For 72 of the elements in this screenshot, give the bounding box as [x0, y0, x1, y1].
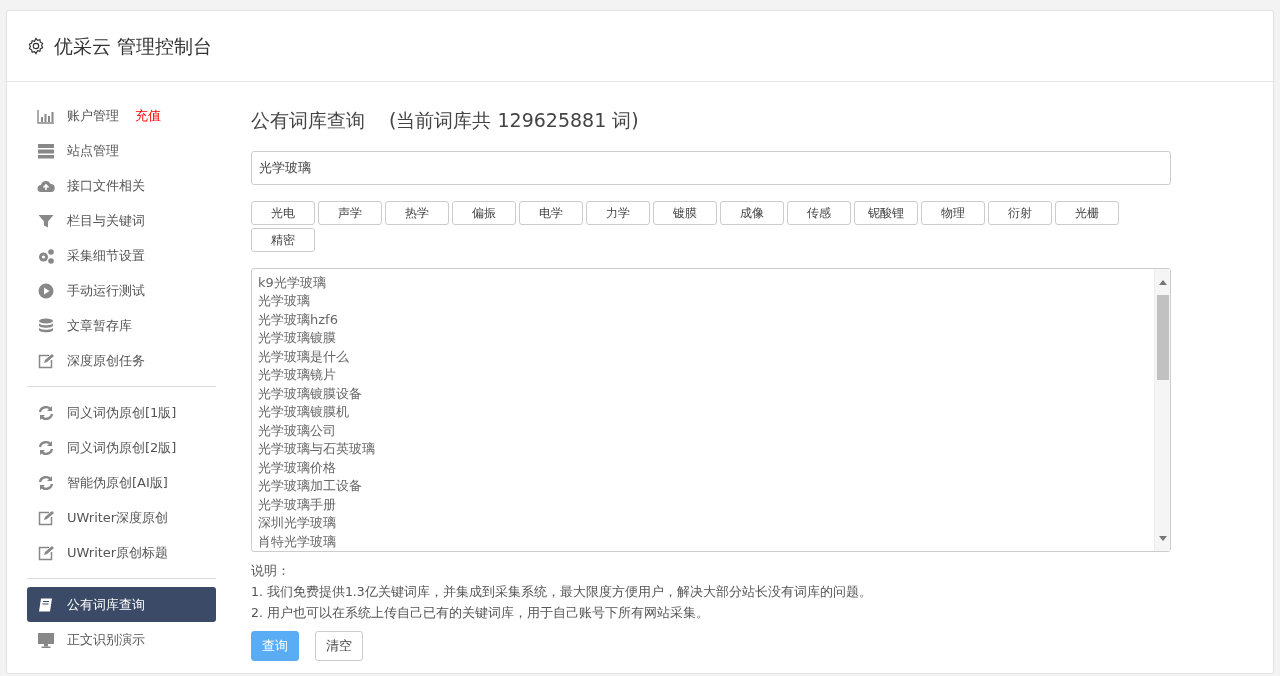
sidebar-item[interactable]: 深度原创任务	[27, 343, 216, 378]
settings-icon	[27, 37, 45, 55]
tag-button[interactable]: 电学	[519, 200, 583, 225]
tag-button[interactable]: 声学	[318, 200, 382, 225]
result-item[interactable]: 光学玻璃镀膜设备	[258, 384, 1148, 403]
note-text: 2. 用户也可以在系统上传自己已有的关键词库，用于自己账号下所有网站采集。	[251, 603, 710, 622]
tag-button[interactable]: 热学	[385, 200, 449, 225]
sidebar-item[interactable]: 接口文件相关	[27, 168, 216, 203]
scroll-up-icon[interactable]	[1158, 279, 1167, 285]
book-icon	[37, 596, 55, 613]
play-icon	[37, 282, 55, 299]
sidebar-item[interactable]: 站点管理	[27, 133, 216, 168]
sidebar-item[interactable]: 栏目与关键词	[27, 203, 216, 238]
result-item[interactable]: 光学玻璃公司	[258, 421, 1148, 440]
result-item[interactable]: 光学玻璃加工设备	[258, 477, 1148, 496]
edit-icon	[37, 352, 55, 369]
scroll-thumb[interactable]	[1156, 295, 1169, 380]
tag-button[interactable]: 衍射	[988, 200, 1052, 225]
filter-icon	[37, 212, 55, 229]
sidebar-item[interactable]: UWriter原创标题	[27, 535, 216, 570]
server-icon	[37, 142, 55, 159]
refresh-icon	[37, 474, 55, 491]
result-item[interactable]: 光学玻璃镜片	[258, 366, 1148, 385]
sidebar-item[interactable]: 账户管理 充值	[27, 98, 216, 133]
result-item[interactable]: k9光学玻璃	[258, 273, 1148, 292]
tag-button[interactable]: 物理	[921, 200, 985, 225]
sidebar-item[interactable]: 文章暂存库	[27, 308, 216, 343]
result-item[interactable]: 肖特光学玻璃	[258, 532, 1148, 551]
refresh-icon	[37, 404, 55, 421]
result-item[interactable]: 光学玻璃与石英玻璃	[258, 440, 1148, 459]
result-item[interactable]: 光学玻璃镀膜	[258, 329, 1148, 348]
tag-button[interactable]: 偏振	[452, 200, 516, 225]
sidebar-item[interactable]: 手动运行测试	[27, 273, 216, 308]
edit-icon	[37, 544, 55, 561]
sidebar-item[interactable]: 正文识别演示	[27, 622, 216, 657]
bar-chart-icon	[37, 107, 55, 124]
clear-button[interactable]: 清空	[315, 630, 363, 661]
page-title: 公有词库查询	[251, 108, 365, 133]
result-item[interactable]: 光学玻璃	[258, 292, 1148, 311]
tag-button[interactable]: 传感	[787, 200, 851, 225]
note-text: 1. 我们免费提供1.3亿关键词库，并集成到采集系统，最大限度方便用户，解决大部分站长没有词库的问题。	[251, 582, 873, 601]
tag-button[interactable]: 光栅	[1055, 200, 1119, 225]
tag-button[interactable]: 力学	[586, 200, 650, 225]
result-item[interactable]: 光学玻璃手册	[258, 495, 1148, 514]
result-item[interactable]: 光学玻璃是什么	[258, 347, 1148, 366]
recharge-link[interactable]: 充值	[135, 105, 161, 126]
result-item[interactable]: 深圳光学玻璃	[258, 514, 1148, 533]
sidebar-item[interactable]: UWriter深度原创	[27, 500, 216, 535]
scroll-down-icon[interactable]	[1158, 536, 1167, 541]
tag-button[interactable]: 铌酸锂	[854, 200, 918, 225]
database-icon	[37, 317, 55, 334]
result-item[interactable]: 光学玻璃hzf6	[258, 310, 1148, 329]
tag-button[interactable]: 光电	[251, 200, 315, 225]
sidebar-item[interactable]: 同义词伪原创[2版]	[27, 430, 216, 465]
word-count: (当前词库共 129625881 词)	[389, 108, 639, 133]
gears-icon	[37, 247, 55, 264]
monitor-icon	[37, 631, 55, 648]
tag-button[interactable]: 镀膜	[653, 200, 717, 225]
result-item[interactable]: 光学玻璃镀膜机	[258, 403, 1148, 422]
edit-icon	[37, 509, 55, 526]
tag-button[interactable]: 成像	[720, 200, 784, 225]
notes-heading: 说明：	[251, 561, 291, 580]
result-item[interactable]: 光学玻璃价格	[258, 458, 1148, 477]
tag-button[interactable]: 精密	[251, 227, 315, 252]
sidebar-item[interactable]: 采集细节设置	[27, 238, 216, 273]
sidebar-item[interactable]: 公有词库查询	[27, 587, 216, 622]
refresh-icon	[37, 439, 55, 456]
app-title: 优采云 管理控制台	[54, 33, 213, 59]
search-field[interactable]: 光学玻璃	[251, 150, 1171, 185]
sidebar-item[interactable]: 同义词伪原创[1版]	[27, 395, 216, 430]
menu-label: 账户管理	[67, 106, 119, 125]
sidebar-item[interactable]: 智能伪原创[AI版]	[27, 465, 216, 500]
